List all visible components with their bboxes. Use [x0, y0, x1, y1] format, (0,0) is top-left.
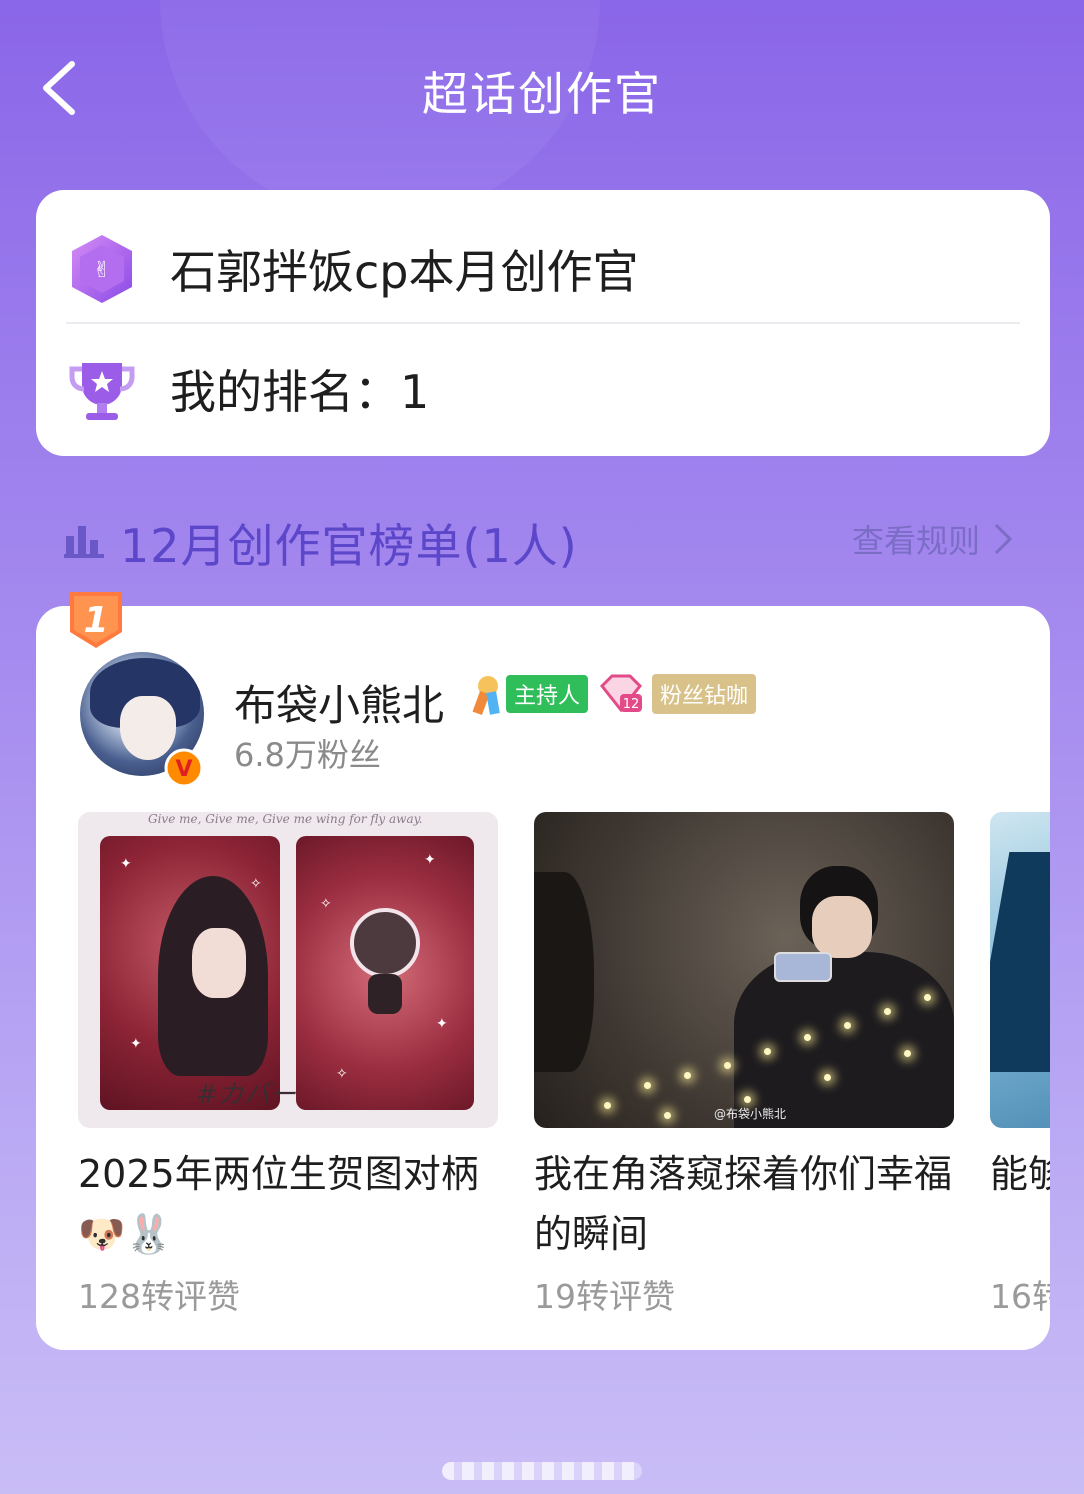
post-title: 我在角落窥探着你们幸福的瞬间 [534, 1152, 953, 1256]
leaderboard-title: 12月创作官榜单(1人) [120, 519, 578, 573]
post-list: Give me, Give me, Give me wing for fly a… [78, 812, 1050, 1332]
rank-1-badge-icon: 1 [70, 592, 122, 648]
follower-count: 6.8万粉丝 [234, 736, 381, 774]
home-indicator [442, 1462, 642, 1480]
chevron-right-icon [994, 523, 1013, 555]
trophy-icon [69, 363, 135, 420]
user-avatar[interactable]: V [80, 652, 204, 788]
post-card[interactable]: Give me, Give me, Give me wing for fly a… [78, 812, 498, 1318]
svg-text:V: V [175, 757, 192, 782]
creator-badge-icon: ✌ [72, 235, 132, 303]
community-row: ✌ 石郭拌饭cp本月创作官 [36, 216, 1050, 322]
leaderboard-header: 12月创作官榜单(1人) 查看规则 [64, 508, 1024, 573]
rank-number: 1 [83, 600, 108, 641]
fan-badge-label: 粉丝钻咖 [652, 674, 757, 714]
view-rules-label: 查看规则 [851, 522, 980, 560]
post-stats: 19转评赞 [534, 1277, 675, 1316]
post-stats: 16转评赞 [990, 1277, 1050, 1316]
post-stats: 128转评赞 [78, 1277, 240, 1316]
bar-chart-icon [64, 526, 104, 558]
post-title: 能够你们 [990, 1152, 1050, 1196]
page-title: 超话创作官 [422, 67, 662, 121]
image-kana-text: #カバー [196, 1080, 296, 1110]
post-card[interactable]: 能够你们 16转评赞 [990, 812, 1050, 1318]
post-card[interactable]: @布袋小熊北 我在角落窥探着你们幸福的瞬间 19转评赞 [534, 812, 954, 1318]
svg-text:✌: ✌ [93, 258, 111, 283]
verified-badge-icon: V [164, 748, 204, 788]
svg-text:12: 12 [623, 697, 640, 712]
post-title: 2025年两位生贺图对柄🐶🐰 [78, 1152, 479, 1256]
creator-info-card: ✌ 石郭拌饭cp本月创作官 我的排名：1 [36, 190, 1050, 456]
view-rules-link[interactable]: 查看规则 [852, 516, 1014, 562]
divider [66, 322, 1020, 324]
user-name[interactable]: 布袋小熊北 [234, 672, 444, 733]
diamond-level-icon: 12 [599, 674, 643, 713]
post-image [990, 812, 1050, 1128]
my-rank-text: 我的排名：1 [170, 365, 430, 419]
host-badge: 主持人 [468, 672, 589, 716]
community-creator-text: 石郭拌饭cp本月创作官 [170, 245, 639, 299]
host-label: 主持人 [506, 675, 589, 713]
leaderboard-entry-card[interactable]: V 布袋小熊北 主持人 12 粉丝钻咖 6.8万粉丝 Give me, Give… [36, 606, 1050, 1350]
image-caption: Give me, Give me, Give me wing for fly a… [148, 812, 423, 826]
fan-diamond-badge: 12 粉丝钻咖 [598, 672, 757, 716]
rank-row: 我的排名：1 [36, 336, 1050, 442]
post-image: @布袋小熊北 [534, 812, 954, 1128]
image-watermark: @布袋小熊北 [713, 1107, 786, 1121]
post-image: Give me, Give me, Give me wing for fly a… [78, 812, 498, 1128]
